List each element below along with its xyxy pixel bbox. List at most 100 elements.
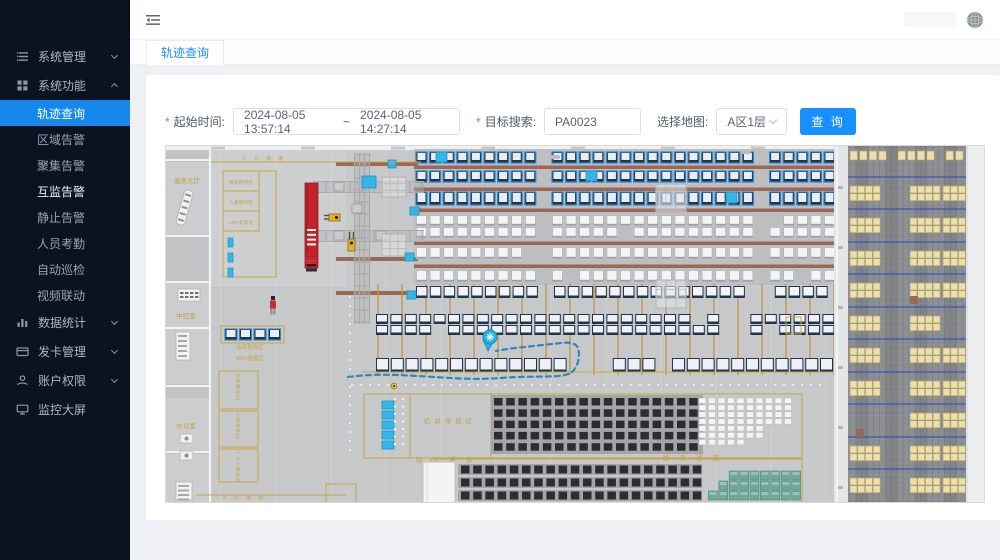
rack-bar	[414, 209, 838, 213]
user-chip	[904, 12, 956, 27]
highlight-cell	[586, 171, 597, 181]
start-time-label: 起始时间:	[165, 113, 225, 130]
crane-lattice	[656, 184, 686, 212]
crane-lattice	[382, 234, 406, 256]
highlight-cell	[436, 152, 447, 162]
query-button[interactable]: 查 询	[800, 108, 855, 135]
sidebar-item-label: 系统管理	[38, 48, 112, 65]
rack-bar	[414, 242, 838, 246]
time-separator: ~	[343, 115, 350, 129]
map-select-value: A区1层	[727, 113, 766, 130]
svg-text:AGV组盘区: AGV组盘区	[236, 354, 265, 362]
highlight-cell	[726, 192, 737, 203]
sidebar-subitem-3[interactable]: 互监告警	[0, 178, 130, 204]
app-root: 系统管理系统功能轨迹查询区域告警聚集告警互监告警静止告警人员考勤自动巡检视频联动…	[0, 0, 1000, 560]
highlight-cell	[362, 176, 376, 188]
query-card: 起始时间: 2024-08-05 13:57:14 ~ 2024-08-05 1…	[146, 75, 1000, 520]
tab-track-query[interactable]: 轨迹查询	[146, 40, 224, 65]
crane-lattice	[382, 177, 406, 197]
map-select[interactable]: A区1层	[716, 108, 787, 135]
sidebar-subitem-0[interactable]: 轨迹查询	[0, 100, 130, 126]
chevron-up-icon	[111, 83, 118, 90]
sidebar-subitem-4[interactable]: 静止告警	[0, 204, 130, 230]
control-room-panel	[178, 289, 200, 301]
highlight-cell	[407, 291, 416, 299]
time-end-value: 2024-08-05 14:27:14	[360, 108, 449, 136]
menu-fold-icon[interactable]	[146, 14, 160, 26]
warehouse-map[interactable]: 服务大厅中控室办公室收货暂存区入库暂存区AGV充电区出库暂存区AGV组盘区机具存…	[165, 145, 985, 503]
rack-bar	[414, 265, 838, 269]
sidebar-item-label: 发卡管理	[38, 343, 112, 360]
svg-text:出库缓存区: 出库缓存区	[236, 372, 241, 400]
tabbar: 轨迹查询	[130, 40, 1000, 65]
svg-text:机具存放区: 机具存放区	[424, 416, 477, 425]
chevron-down-icon	[111, 375, 118, 382]
equipment-stack	[382, 441, 394, 449]
map-select-label: 选择地图:	[657, 113, 708, 130]
user-icon	[16, 374, 29, 387]
sidebar-subitem-2[interactable]: 聚集告警	[0, 152, 130, 178]
monitor-icon	[16, 403, 29, 416]
sidebar-item-label: 数据统计	[38, 314, 112, 331]
equipment-stack	[382, 401, 394, 409]
chevron-down-icon	[111, 317, 118, 324]
right-edge-strip	[966, 146, 985, 503]
equipment-stack	[382, 421, 394, 429]
worker-figure	[271, 296, 275, 300]
sidebar-item-system-mgmt[interactable]: 系统管理	[0, 42, 130, 70]
sidebar-subitem-1[interactable]: 区域告警	[0, 126, 130, 152]
globe-avatar-icon[interactable]	[966, 11, 984, 29]
chevron-down-icon	[111, 51, 118, 58]
equipment-stack	[382, 411, 394, 419]
svg-text:物流通道: 物流通道	[663, 453, 729, 462]
target-search-value: PA0023	[555, 115, 597, 129]
svg-text:出库暂存区: 出库暂存区	[236, 343, 264, 351]
sidebar-subitem-7[interactable]: 视频联动	[0, 282, 130, 308]
sidebar-item-account-perm[interactable]: 账户权限	[0, 366, 130, 394]
svg-text:入库缓存区: 入库缓存区	[236, 412, 241, 439]
sidebar-subitem-6[interactable]: 自动巡检	[0, 256, 130, 282]
forklift	[348, 239, 355, 251]
sidebar-item-label: 监控大屏	[38, 401, 117, 418]
highlight-cell	[405, 253, 414, 261]
target-search-label: 目标搜索:	[476, 113, 536, 130]
target-search-input[interactable]: PA0023	[544, 108, 641, 135]
sidebar: 系统管理系统功能轨迹查询区域告警聚集告警互监告警静止告警人员考勤自动巡检视频联动…	[0, 0, 130, 560]
sidebar-subitem-5[interactable]: 人员考勤	[0, 230, 130, 256]
svg-text:中控室: 中控室	[176, 311, 196, 320]
highlight-cell	[410, 207, 419, 215]
sidebar-item-monitor-screen[interactable]: 监控大屏	[0, 395, 130, 423]
svg-text:收货暂存区: 收货暂存区	[229, 179, 253, 186]
sidebar-menu: 系统管理系统功能轨迹查询区域告警聚集告警互监告警静止告警人员考勤自动巡检视频联动…	[0, 42, 130, 423]
sidebar-item-system-func[interactable]: 系统功能	[0, 71, 130, 99]
rack-bar	[336, 291, 418, 295]
sidebar-item-card-mgmt[interactable]: 发卡管理	[0, 337, 130, 365]
time-range-input[interactable]: 2024-08-05 13:57:14 ~ 2024-08-05 14:27:1…	[233, 108, 460, 135]
sidebar-item-data-stats[interactable]: 数据统计	[0, 308, 130, 336]
svg-text:服务大厅: 服务大厅	[174, 176, 201, 185]
conveyor-track	[314, 230, 424, 242]
sidebar-item-label: 系统功能	[38, 77, 112, 94]
time-start-value: 2024-08-05 13:57:14	[244, 108, 333, 136]
sidebar-item-label: 账户权限	[38, 372, 112, 389]
query-form: 起始时间: 2024-08-05 13:57:14 ~ 2024-08-05 1…	[165, 108, 986, 135]
chevron-down-icon	[769, 116, 777, 124]
svg-text:人行通道: 人行通道	[242, 155, 290, 162]
chart-icon	[16, 316, 29, 329]
svg-text:AGV充电区: AGV充电区	[229, 219, 254, 226]
card-icon	[16, 345, 29, 358]
dark-storage-row	[458, 464, 702, 475]
equipment-stack	[382, 431, 394, 439]
rack-bar	[414, 188, 838, 192]
rack-bar	[336, 162, 418, 166]
dark-storage-row	[458, 477, 702, 488]
main-column: 轨迹查询 起始时间: 2024-08-05 13:57:14 ~ 2024-08…	[130, 0, 1000, 560]
header-right	[904, 11, 984, 29]
forklift	[329, 214, 340, 221]
grid-icon	[16, 79, 29, 92]
content-area: 起始时间: 2024-08-05 13:57:14 ~ 2024-08-05 1…	[130, 65, 1000, 560]
top-header	[130, 0, 1000, 40]
rack-bar	[414, 166, 838, 170]
svg-text:办公室: 办公室	[176, 421, 196, 430]
highlight-cell	[388, 160, 396, 168]
